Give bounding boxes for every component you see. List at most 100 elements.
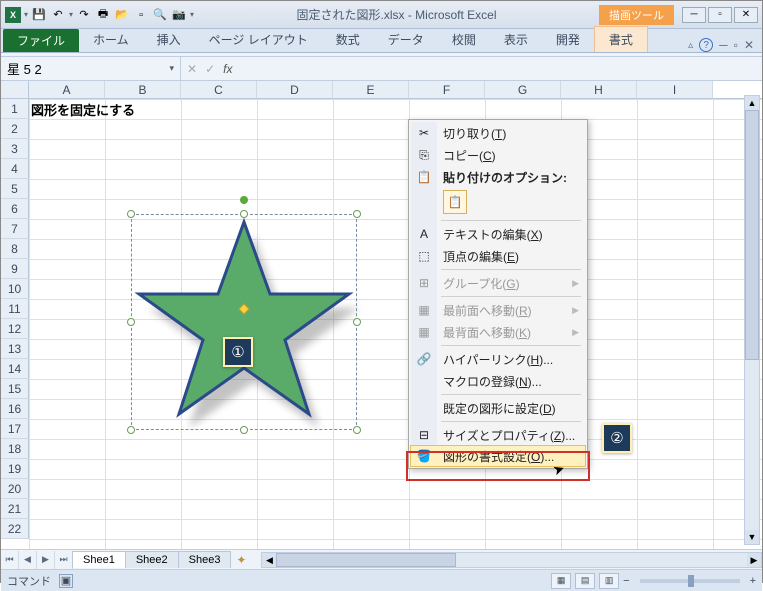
row-header[interactable]: 4	[1, 159, 29, 179]
resize-handle-e[interactable]	[353, 318, 361, 326]
menu-edit-text[interactable]: A テキストの編集(X)	[411, 223, 585, 245]
row-header[interactable]: 18	[1, 439, 29, 459]
camera-icon[interactable]: 📷	[171, 7, 187, 23]
select-all-corner[interactable]	[1, 81, 29, 98]
file-tab[interactable]: ファイル	[3, 29, 79, 52]
menu-macro[interactable]: マクロの登録(N)...	[411, 370, 585, 392]
undo-dropdown-icon[interactable]: ▾	[69, 10, 73, 19]
close-button[interactable]: ✕	[734, 7, 758, 23]
sheet-tab[interactable]: Shee3	[178, 551, 232, 568]
page-break-view-button[interactable]: ▥	[599, 573, 619, 589]
col-header[interactable]: B	[105, 81, 181, 98]
tab-insert[interactable]: 挿入	[143, 27, 195, 52]
tab-view[interactable]: 表示	[490, 27, 542, 52]
col-header[interactable]: E	[333, 81, 409, 98]
tab-data[interactable]: データ	[374, 27, 438, 52]
row-header[interactable]: 12	[1, 319, 29, 339]
row-header[interactable]: 9	[1, 259, 29, 279]
help-icon[interactable]: ?	[699, 38, 713, 52]
menu-set-default[interactable]: 既定の図形に設定(D)	[411, 397, 585, 419]
fx-button[interactable]: fx	[223, 62, 232, 76]
col-header[interactable]: G	[485, 81, 561, 98]
redo-icon[interactable]: ↷	[76, 7, 92, 23]
resize-handle-nw[interactable]	[127, 210, 135, 218]
menu-cut[interactable]: ✂ 切り取り(T)	[411, 122, 585, 144]
scroll-left-button[interactable]: ◀	[262, 553, 276, 567]
row-header[interactable]: 19	[1, 459, 29, 479]
page-layout-view-button[interactable]: ▤	[575, 573, 595, 589]
tab-developer[interactable]: 開発	[542, 27, 594, 52]
col-header[interactable]: A	[29, 81, 105, 98]
sheet-tab[interactable]: Shee2	[125, 551, 179, 568]
scroll-down-button[interactable]: ▼	[745, 530, 759, 544]
menu-copy[interactable]: ⎘ コピー(C)	[411, 144, 585, 166]
name-box-dropdown-icon[interactable]: ▾	[169, 63, 174, 74]
menu-edit-points[interactable]: ⬚ 頂点の編集(E)	[411, 245, 585, 267]
resize-handle-n[interactable]	[240, 210, 248, 218]
row-header[interactable]: 15	[1, 379, 29, 399]
row-header[interactable]: 6	[1, 199, 29, 219]
maximize-button[interactable]: ▫	[708, 7, 732, 23]
paste-button[interactable]: 📋	[443, 190, 467, 214]
zoom-thumb[interactable]	[688, 575, 694, 587]
open-icon[interactable]: 📂	[114, 7, 130, 23]
row-header[interactable]: 5	[1, 179, 29, 199]
row-header[interactable]: 3	[1, 139, 29, 159]
row-header[interactable]: 13	[1, 339, 29, 359]
zoom-out-button[interactable]: −	[623, 575, 629, 587]
resize-handle-ne[interactable]	[353, 210, 361, 218]
resize-handle-s[interactable]	[240, 426, 248, 434]
tab-page-layout[interactable]: ページ レイアウト	[195, 27, 322, 52]
ribbon-minimize-icon[interactable]: ▵	[688, 40, 693, 51]
row-header[interactable]: 17	[1, 419, 29, 439]
qat-dropdown-icon[interactable]: ▾	[24, 10, 28, 19]
scroll-right-button[interactable]: ▶	[747, 553, 761, 567]
cancel-formula-icon[interactable]: ✕	[187, 62, 197, 76]
col-header[interactable]: C	[181, 81, 257, 98]
zoom-slider[interactable]	[640, 579, 740, 583]
resize-handle-se[interactable]	[353, 426, 361, 434]
new-icon[interactable]: ▫	[133, 7, 149, 23]
cell-a1[interactable]: 図形を固定にする	[31, 100, 135, 119]
row-header[interactable]: 7	[1, 219, 29, 239]
rotate-handle[interactable]	[240, 196, 248, 204]
mdi-minimize-icon[interactable]: ─	[719, 38, 728, 52]
tab-nav-first[interactable]: ⏮	[1, 551, 19, 569]
resize-handle-w[interactable]	[127, 318, 135, 326]
horizontal-scrollbar[interactable]: ◀ ▶	[261, 552, 762, 568]
zoom-in-button[interactable]: +	[750, 575, 756, 587]
col-header[interactable]: F	[409, 81, 485, 98]
hscroll-thumb[interactable]	[276, 553, 456, 567]
name-box[interactable]: 星 5 2 ▾	[1, 57, 181, 80]
menu-hyperlink[interactable]: 🔗 ハイパーリンク(H)...	[411, 348, 585, 370]
tab-review[interactable]: 校閲	[438, 27, 490, 52]
worksheet-grid[interactable]: 1 2 3 4 5 6 7 8 9 10 11 12 13 14 15 16 1…	[1, 99, 762, 549]
col-header[interactable]: D	[257, 81, 333, 98]
tab-nav-prev[interactable]: ◀	[19, 551, 37, 569]
mdi-restore-icon[interactable]: ▫	[734, 38, 738, 52]
row-header[interactable]: 8	[1, 239, 29, 259]
preview-icon[interactable]: 🔍	[152, 7, 168, 23]
enter-formula-icon[interactable]: ✓	[205, 62, 215, 76]
sheet-tab[interactable]: Shee1	[72, 551, 126, 568]
resize-handle-sw[interactable]	[127, 426, 135, 434]
tab-nav-last[interactable]: ⏭	[55, 551, 73, 569]
row-header[interactable]: 2	[1, 119, 29, 139]
row-header[interactable]: 21	[1, 499, 29, 519]
row-header[interactable]: 20	[1, 479, 29, 499]
macro-record-icon[interactable]: ▣	[59, 574, 73, 588]
tab-home[interactable]: ホーム	[79, 27, 143, 52]
vscroll-thumb[interactable]	[745, 110, 759, 360]
tab-formulas[interactable]: 数式	[322, 27, 374, 52]
scroll-up-button[interactable]: ▲	[745, 96, 759, 110]
vertical-scrollbar[interactable]: ▲ ▼	[744, 95, 760, 545]
row-header[interactable]: 10	[1, 279, 29, 299]
col-header[interactable]: I	[637, 81, 713, 98]
print-icon[interactable]: 🖶	[95, 7, 111, 23]
row-header[interactable]: 16	[1, 399, 29, 419]
tab-format[interactable]: 書式	[594, 26, 648, 52]
minimize-button[interactable]: ─	[682, 7, 706, 23]
row-header[interactable]: 14	[1, 359, 29, 379]
col-header[interactable]: H	[561, 81, 637, 98]
save-icon[interactable]: 💾	[31, 7, 47, 23]
